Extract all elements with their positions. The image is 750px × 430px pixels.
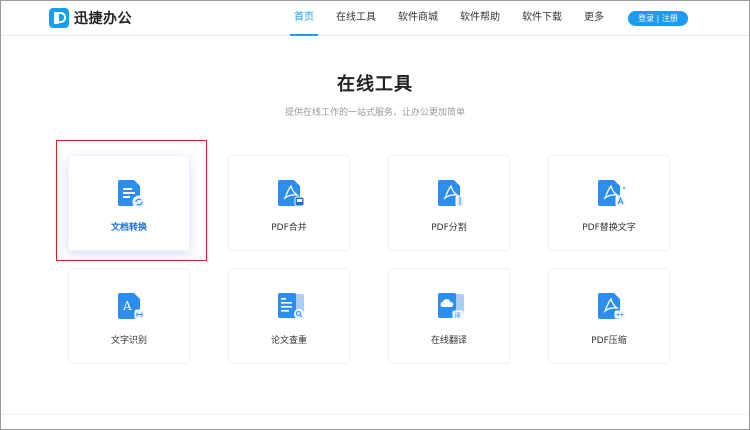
tool-card-text-recognition[interactable]: A 文字识别 <box>68 268 190 364</box>
online-translate-icon: 译 <box>438 293 464 320</box>
nav-item-software-store[interactable]: 软件商城 <box>390 0 446 36</box>
tool-label: PDF分割 <box>431 223 467 233</box>
page-title: 在线工具 <box>337 74 413 95</box>
paper-check-icon <box>278 293 304 319</box>
nav-item-software-download[interactable]: 软件下载 <box>514 0 570 36</box>
login-register-button[interactable]: 登录 | 注册 <box>628 11 688 26</box>
page-subtitle: 提供在线工作的一站式服务，让办公更加简单 <box>284 108 465 118</box>
svg-text:译: 译 <box>455 312 461 320</box>
pdf-replace-text-icon <box>598 180 626 207</box>
tool-card-pdf-replace-text[interactable]: PDF替换文字 <box>548 155 670 251</box>
pdf-split-icon <box>438 180 465 207</box>
tool-card-pdf-split[interactable]: PDF分割 <box>388 155 510 251</box>
tool-card-paper-check[interactable]: 论文查重 <box>228 268 350 364</box>
nav-item-software-help[interactable]: 软件帮助 <box>452 0 508 36</box>
nav-item-more[interactable]: 更多 <box>576 0 612 36</box>
logo-text: 迅捷办公 <box>74 11 132 27</box>
tool-card-pdf-compress[interactable]: PDF压缩 <box>548 268 670 364</box>
tool-label: 文档转换 <box>110 223 147 233</box>
tool-label: 在线翻译 <box>430 336 467 346</box>
text-recognition-icon: A <box>118 293 145 320</box>
tool-label: PDF压缩 <box>591 336 627 346</box>
logo[interactable]: 迅捷办公 <box>49 7 132 29</box>
pdf-merge-icon <box>278 180 305 207</box>
top-header: 迅捷办公 首页 在线工具 软件商城 软件帮助 软件下载 更多 登录 | 注册 <box>0 0 750 36</box>
nav-item-online-tools[interactable]: 在线工具 <box>328 0 384 36</box>
tool-card-document-convert[interactable]: 文档转换 <box>68 155 190 251</box>
logo-icon <box>49 8 69 28</box>
tool-card-pdf-merge[interactable]: PDF合并 <box>228 155 350 251</box>
tool-label: 文字识别 <box>110 336 147 346</box>
main-nav: 首页 在线工具 软件商城 软件帮助 软件下载 更多 <box>286 0 618 36</box>
tool-label: PDF合并 <box>271 223 307 233</box>
tool-label: 论文查重 <box>270 336 307 346</box>
svg-text:A: A <box>122 299 132 313</box>
pdf-compress-icon <box>598 293 626 319</box>
nav-item-home[interactable]: 首页 <box>286 0 322 36</box>
document-convert-icon <box>118 180 146 208</box>
tool-label: PDF替换文字 <box>582 223 636 233</box>
tool-card-online-translate[interactable]: 译 在线翻译 <box>388 268 510 364</box>
divider <box>0 414 750 415</box>
